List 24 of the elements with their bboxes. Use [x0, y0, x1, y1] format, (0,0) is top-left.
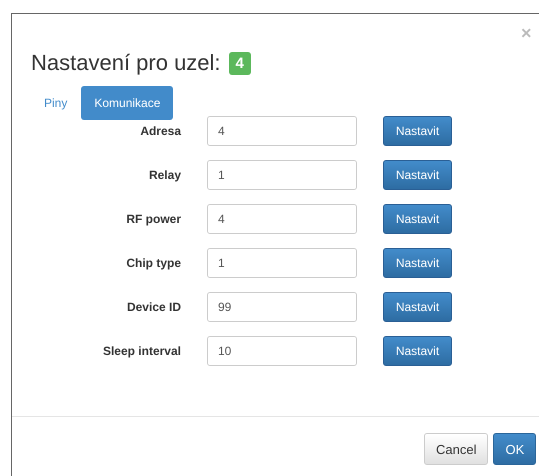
field-label: Device ID	[126, 300, 181, 314]
field-label: Adresa	[139, 124, 181, 138]
field-label: Relay	[148, 168, 181, 182]
set-button[interactable]: Nastavit	[383, 160, 452, 190]
set-button[interactable]: Nastavit	[383, 116, 452, 146]
input-field[interactable]: 1	[207, 248, 357, 278]
input-field[interactable]: 4	[207, 116, 357, 146]
ok-button[interactable]: OK	[493, 433, 536, 465]
field-label: Chip type	[125, 256, 181, 270]
cancel-button[interactable]: Cancel	[424, 433, 488, 465]
set-button[interactable]: Nastavit	[383, 336, 452, 366]
set-button[interactable]: Nastavit	[383, 292, 452, 322]
tab[interactable]: Komunikace	[81, 86, 174, 120]
set-button[interactable]: Nastavit	[383, 248, 452, 278]
dialog-title: Nastavení pro uzel:	[31, 50, 221, 76]
field-label: RF power	[125, 212, 181, 226]
tab[interactable]: Piny	[32, 86, 80, 120]
field-label: Sleep interval	[102, 344, 181, 358]
input-field[interactable]: 99	[207, 292, 357, 322]
set-button[interactable]: Nastavit	[383, 204, 452, 234]
node-badge: 4	[228, 52, 251, 74]
input-field[interactable]: 4	[207, 204, 357, 234]
input-field[interactable]: 1	[207, 160, 357, 190]
input-field[interactable]: 10	[207, 336, 357, 366]
